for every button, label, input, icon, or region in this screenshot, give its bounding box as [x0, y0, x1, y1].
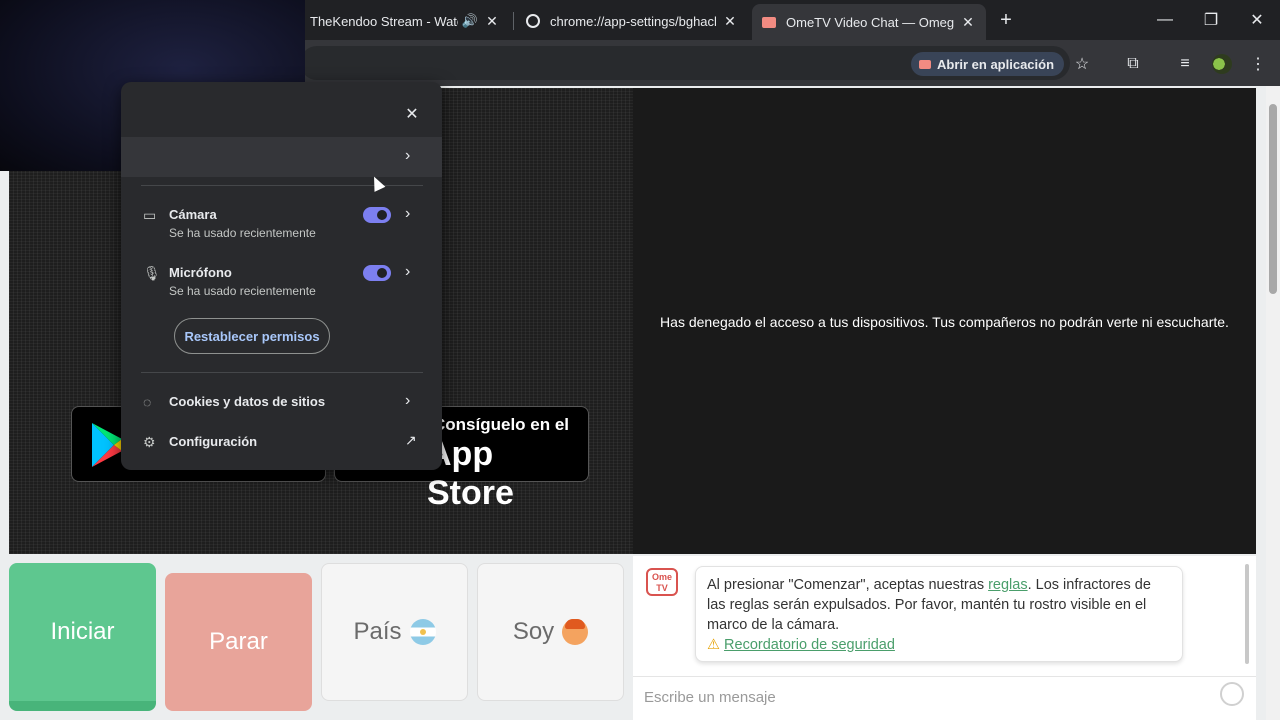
- restore-button[interactable]: ❐: [1188, 6, 1234, 34]
- speaker-icon[interactable]: 🔊: [462, 13, 478, 29]
- device-denied-message: Has denegado el acceso a tus dispositivo…: [660, 314, 1229, 330]
- chrome-menu-icon[interactable]: ⋮: [1246, 52, 1270, 76]
- settings-label: Configuración: [169, 434, 258, 449]
- chevron-right-icon[interactable]: ›: [405, 263, 410, 281]
- minimize-button[interactable]: —: [1142, 6, 1188, 34]
- emoji-icon[interactable]: [1220, 682, 1244, 706]
- new-tab-button[interactable]: +: [990, 6, 1022, 34]
- app-icon: [919, 59, 931, 69]
- permission-status: Se ha usado recientemente: [169, 284, 316, 298]
- microphone-toggle[interactable]: [363, 265, 391, 281]
- cookies-label: Cookies y datos de sitios: [169, 394, 326, 409]
- permission-status: Se ha usado recientemente: [169, 226, 316, 240]
- close-icon[interactable]: ✕: [403, 104, 421, 123]
- chevron-right-icon[interactable]: ›: [405, 205, 410, 223]
- tab-title: chrome://app-settings/bghachc: [550, 13, 716, 29]
- chevron-right-icon: ›: [405, 392, 411, 409]
- settings-row[interactable]: ⚙ Configuración ↗: [121, 432, 442, 456]
- tab-ometv[interactable]: OmeTV Video Chat — Omegle ✕: [752, 4, 986, 40]
- reset-permissions-button[interactable]: Restablecer permisos: [174, 318, 330, 354]
- scrollbar-thumb[interactable]: [1269, 104, 1277, 294]
- chat-panel: Ome TV Al presionar "Comenzar", aceptas …: [633, 556, 1256, 720]
- boy-emoji-icon: [562, 619, 589, 645]
- bookmark-star-icon[interactable]: ☆: [1070, 52, 1094, 76]
- page-scrollbar[interactable]: [1266, 86, 1280, 720]
- rules-link[interactable]: reglas: [988, 577, 1028, 593]
- message-input[interactable]: Escribe un mensaje: [633, 676, 1256, 720]
- tab-separator: [513, 12, 514, 30]
- connection-row[interactable]: ›: [121, 137, 442, 177]
- app-store-big-text: App Store: [427, 435, 514, 512]
- message-text-start: Al presionar "Comenzar", aceptas nuestra…: [707, 577, 989, 593]
- window-close-button[interactable]: ✕: [1234, 6, 1280, 34]
- app-store-small-text: Consíguelo en el: [433, 415, 570, 434]
- country-button[interactable]: País: [321, 563, 468, 701]
- warning-icon: ⚠: [707, 637, 720, 653]
- profile-avatar[interactable]: [1210, 52, 1234, 76]
- globe-icon: [526, 14, 540, 28]
- system-message: Al presionar "Comenzar", aceptas nuestra…: [695, 566, 1183, 662]
- argentina-flag-icon: [409, 619, 436, 645]
- tab-close-icon[interactable]: ✕: [484, 13, 500, 30]
- gender-label: Soy: [512, 618, 555, 645]
- permission-label: Micrófono: [169, 265, 232, 280]
- chat-scrollbar[interactable]: [1245, 564, 1249, 664]
- open-in-app-button[interactable]: Abrir en aplicación: [911, 52, 1065, 76]
- site-info-popup: ✕ › ▭ Cámara Se ha usado recientemente ›…: [121, 82, 442, 470]
- permission-label: Cámara: [169, 207, 217, 222]
- extensions-icon[interactable]: ⧉: [1121, 52, 1145, 76]
- partner-video: Has denegado el acceso a tus dispositivo…: [633, 88, 1256, 554]
- camera-toggle[interactable]: [363, 207, 391, 223]
- gender-button[interactable]: Soy: [477, 563, 624, 701]
- country-label: País: [353, 618, 402, 645]
- divider: [141, 372, 423, 373]
- cookie-icon: ◌: [143, 394, 152, 410]
- permission-camera[interactable]: ▭ Cámara Se ha usado recientemente ›: [121, 205, 442, 247]
- permission-microphone[interactable]: 🎙 Micrófono Se ha usado recientemente ›: [121, 263, 442, 305]
- microphone-icon: 🎙: [143, 265, 161, 281]
- start-button[interactable]: Iniciar: [9, 563, 156, 711]
- camera-icon: ▭: [143, 207, 157, 223]
- open-in-app-label: Abrir en aplicación: [937, 56, 1055, 72]
- safety-reminder-link[interactable]: Recordatorio de seguridad: [724, 637, 895, 653]
- tab-thekendoo-stream[interactable]: TheKendoo Stream - Watch 🔊 ✕: [300, 6, 510, 36]
- tab-app-settings[interactable]: chrome://app-settings/bghachc ✕: [516, 6, 748, 36]
- ometv-logo: Ome TV: [646, 568, 678, 596]
- tab-close-icon[interactable]: ✕: [722, 13, 738, 30]
- cookies-row[interactable]: ◌ Cookies y datos de sitios ›: [121, 392, 442, 416]
- gear-icon: ⚙: [143, 434, 156, 450]
- tab-title: OmeTV Video Chat — Omegle: [786, 14, 954, 30]
- media-control-icon[interactable]: ≡: [1173, 52, 1197, 76]
- stop-button[interactable]: Parar: [165, 573, 312, 711]
- chevron-right-icon: ›: [405, 147, 411, 164]
- tab-title: TheKendoo Stream - Watch: [310, 13, 458, 29]
- ometv-favicon-icon: [762, 16, 776, 28]
- tab-close-icon[interactable]: ✕: [960, 14, 976, 31]
- external-link-icon: ↗: [405, 432, 417, 448]
